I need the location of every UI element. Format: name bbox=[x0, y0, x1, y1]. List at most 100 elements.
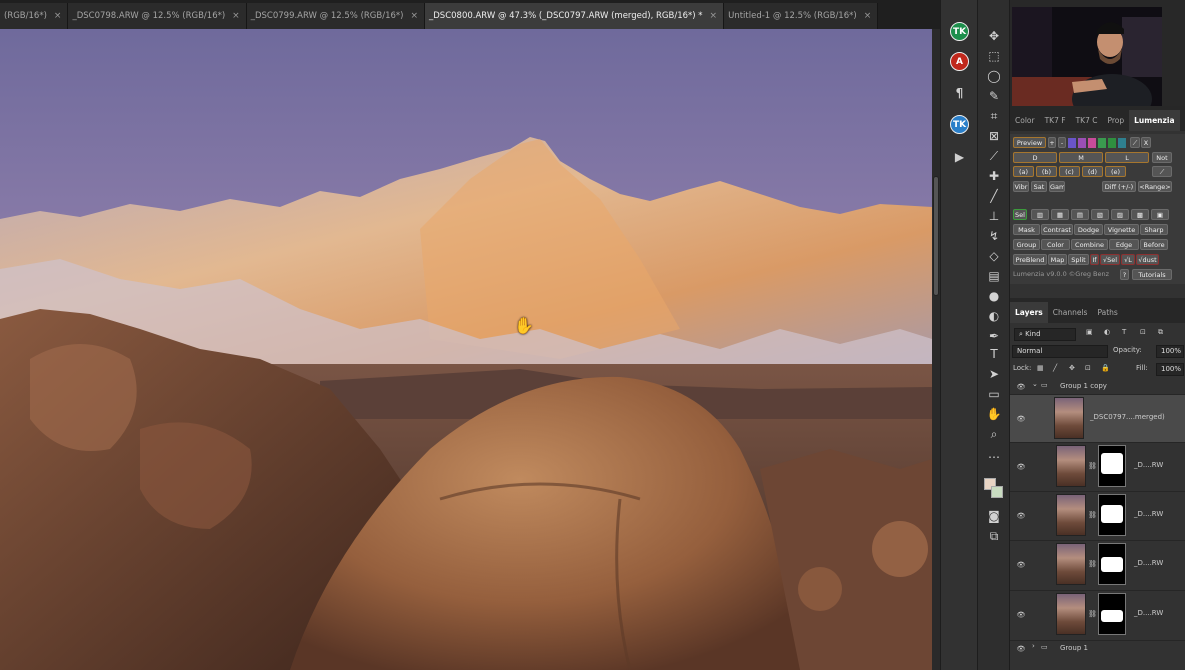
history-brush-icon[interactable]: ↯ bbox=[986, 228, 1002, 244]
eyedropper-icon[interactable]: ⟋ bbox=[986, 148, 1002, 164]
row1-button[interactable]: Mask bbox=[1013, 224, 1040, 235]
tool-button[interactable]: ▧ bbox=[1091, 209, 1109, 220]
tk-color-icon[interactable]: TK bbox=[950, 115, 969, 134]
filter-kind-select[interactable]: ⌕ Kind bbox=[1014, 328, 1076, 341]
zone-button[interactable]: M bbox=[1059, 152, 1103, 163]
panel-tab[interactable]: Lumenzia bbox=[1129, 110, 1180, 131]
lock-pixels-icon[interactable]: ▦ bbox=[1037, 364, 1044, 372]
brush-icon[interactable]: ╱ bbox=[986, 188, 1002, 204]
layer-mask[interactable] bbox=[1098, 494, 1126, 536]
layer-mask[interactable] bbox=[1098, 445, 1126, 487]
blend-mode-select[interactable]: Normal bbox=[1012, 345, 1108, 358]
color-swatch[interactable] bbox=[1118, 138, 1126, 148]
vibe-button[interactable]: Sat bbox=[1031, 181, 1047, 192]
tool-button[interactable]: ▦ bbox=[1051, 209, 1069, 220]
eye-icon[interactable]: 👁 bbox=[1016, 560, 1026, 570]
minus-button[interactable]: - bbox=[1058, 137, 1066, 148]
smart-filter-icon[interactable]: ⧉ bbox=[1158, 328, 1163, 337]
color-swatch[interactable] bbox=[1088, 138, 1096, 148]
tk-icon[interactable]: TK bbox=[950, 22, 969, 41]
color-swatch[interactable] bbox=[1078, 138, 1086, 148]
row3-button[interactable]: PreBlend bbox=[1013, 254, 1047, 265]
lock-position-icon[interactable]: ✥ bbox=[1069, 364, 1075, 372]
close-icon[interactable]: × bbox=[54, 11, 62, 21]
panel-tab[interactable]: Color bbox=[1010, 110, 1040, 131]
document-tab[interactable]: _DSC0799.ARW @ 12.5% (RGB/16*) × bbox=[246, 3, 425, 29]
quick-select-icon[interactable]: ✎ bbox=[986, 88, 1002, 104]
row1-button[interactable]: Vignette bbox=[1104, 224, 1139, 235]
row2-button[interactable]: Group bbox=[1013, 239, 1040, 250]
panel-tab[interactable]: TK7 F bbox=[1040, 110, 1071, 131]
panel-tab[interactable]: Prop bbox=[1102, 110, 1129, 131]
row3-button[interactable]: √Sel bbox=[1100, 254, 1120, 265]
eyedropper-2-icon[interactable]: ⟋ bbox=[1152, 166, 1172, 177]
tool-button[interactable]: ▣ bbox=[1151, 209, 1169, 220]
tool-button[interactable]: ▥ bbox=[1031, 209, 1049, 220]
play-icon[interactable]: ▶ bbox=[950, 147, 969, 166]
close-icon[interactable]: × bbox=[410, 11, 418, 21]
pen-icon[interactable]: ✒ bbox=[986, 328, 1002, 344]
letter-button[interactable]: (a) bbox=[1013, 166, 1034, 177]
healing-icon[interactable]: ✚ bbox=[986, 168, 1002, 184]
row2-button[interactable]: Before bbox=[1140, 239, 1168, 250]
zone-button[interactable]: L bbox=[1105, 152, 1149, 163]
sel-button[interactable]: Sel bbox=[1013, 209, 1027, 220]
color-swatch[interactable] bbox=[1098, 138, 1106, 148]
letter-button[interactable]: (e) bbox=[1105, 166, 1126, 177]
screen-mode-icon[interactable]: ⧉ bbox=[986, 528, 1002, 544]
not-button[interactable]: Not bbox=[1152, 152, 1172, 163]
panel-tab[interactable]: Paths bbox=[1092, 302, 1122, 323]
paragraph-icon[interactable]: ¶ bbox=[950, 83, 969, 102]
eye-icon[interactable]: 👁 bbox=[1016, 414, 1026, 424]
layer-mask[interactable] bbox=[1098, 593, 1126, 635]
opacity-input[interactable]: 100% bbox=[1156, 345, 1184, 358]
hand-icon[interactable]: ✋ bbox=[986, 406, 1002, 422]
eyedropper-icon[interactable]: ⟋ bbox=[1130, 137, 1140, 148]
tool-button[interactable]: ▩ bbox=[1131, 209, 1149, 220]
close-icon[interactable]: × bbox=[232, 11, 240, 21]
eye-icon[interactable]: 👁 bbox=[1016, 644, 1026, 654]
lock-all-icon[interactable]: 🔒 bbox=[1101, 364, 1110, 372]
letter-button[interactable]: (b) bbox=[1036, 166, 1057, 177]
canvas-scrollbar[interactable] bbox=[932, 29, 940, 670]
color-swatch[interactable] bbox=[1068, 138, 1076, 148]
tool-button[interactable]: ▨ bbox=[1111, 209, 1129, 220]
panel-tab[interactable]: Layers bbox=[1010, 302, 1048, 323]
row3-button[interactable]: If bbox=[1090, 254, 1099, 265]
letter-button[interactable]: (c) bbox=[1059, 166, 1080, 177]
shape-filter-icon[interactable]: ⊡ bbox=[1140, 328, 1146, 336]
eraser-icon[interactable]: ◇ bbox=[986, 248, 1002, 264]
frame-icon[interactable]: ⊠ bbox=[986, 128, 1002, 144]
adjust-filter-icon[interactable]: ◐ bbox=[1104, 328, 1110, 336]
panel-tab[interactable]: TK7 C bbox=[1071, 110, 1103, 131]
vibe-button[interactable]: Vibr bbox=[1013, 181, 1029, 192]
plus-button[interactable]: + bbox=[1048, 137, 1056, 148]
document-tab[interactable]: Untitled-1 @ 12.5% (RGB/16*) × bbox=[724, 3, 879, 29]
move-icon[interactable]: ✥ bbox=[986, 28, 1002, 44]
document-tab[interactable]: _DSC0798.ARW @ 12.5% (RGB/16*) × bbox=[68, 3, 247, 29]
zoom-icon[interactable]: ⌕ bbox=[986, 426, 1002, 442]
row2-button[interactable]: Edge bbox=[1109, 239, 1139, 250]
shape-icon[interactable]: ▭ bbox=[986, 386, 1002, 402]
eye-icon[interactable]: 👁 bbox=[1016, 462, 1026, 472]
row1-button[interactable]: Sharp bbox=[1140, 224, 1168, 235]
close-button[interactable]: X bbox=[1141, 137, 1151, 148]
dodge-icon[interactable]: ◐ bbox=[986, 308, 1002, 324]
chevron-right-icon[interactable]: › bbox=[1032, 642, 1035, 650]
scrollbar-thumb[interactable] bbox=[933, 176, 939, 296]
crop-icon[interactable]: ⌗ bbox=[986, 108, 1002, 124]
diff-button[interactable]: Diff (+/-) bbox=[1102, 181, 1136, 192]
zone-button[interactable]: D bbox=[1013, 152, 1057, 163]
row2-button[interactable]: Color bbox=[1041, 239, 1070, 250]
gradient-icon[interactable]: ▤ bbox=[986, 268, 1002, 284]
type-filter-icon[interactable]: T bbox=[1122, 328, 1126, 336]
tool-button[interactable]: ▤ bbox=[1071, 209, 1089, 220]
row3-button[interactable]: √dust bbox=[1136, 254, 1159, 265]
document-tab[interactable]: (RGB/16*) × bbox=[0, 3, 69, 29]
layer-mask[interactable] bbox=[1098, 543, 1126, 585]
adobe-icon[interactable]: A bbox=[950, 52, 969, 71]
row1-button[interactable]: Dodge bbox=[1074, 224, 1103, 235]
preview-button[interactable]: Preview bbox=[1013, 137, 1046, 148]
blur-icon[interactable]: ● bbox=[986, 288, 1002, 304]
path-select-icon[interactable]: ➤ bbox=[986, 366, 1002, 382]
